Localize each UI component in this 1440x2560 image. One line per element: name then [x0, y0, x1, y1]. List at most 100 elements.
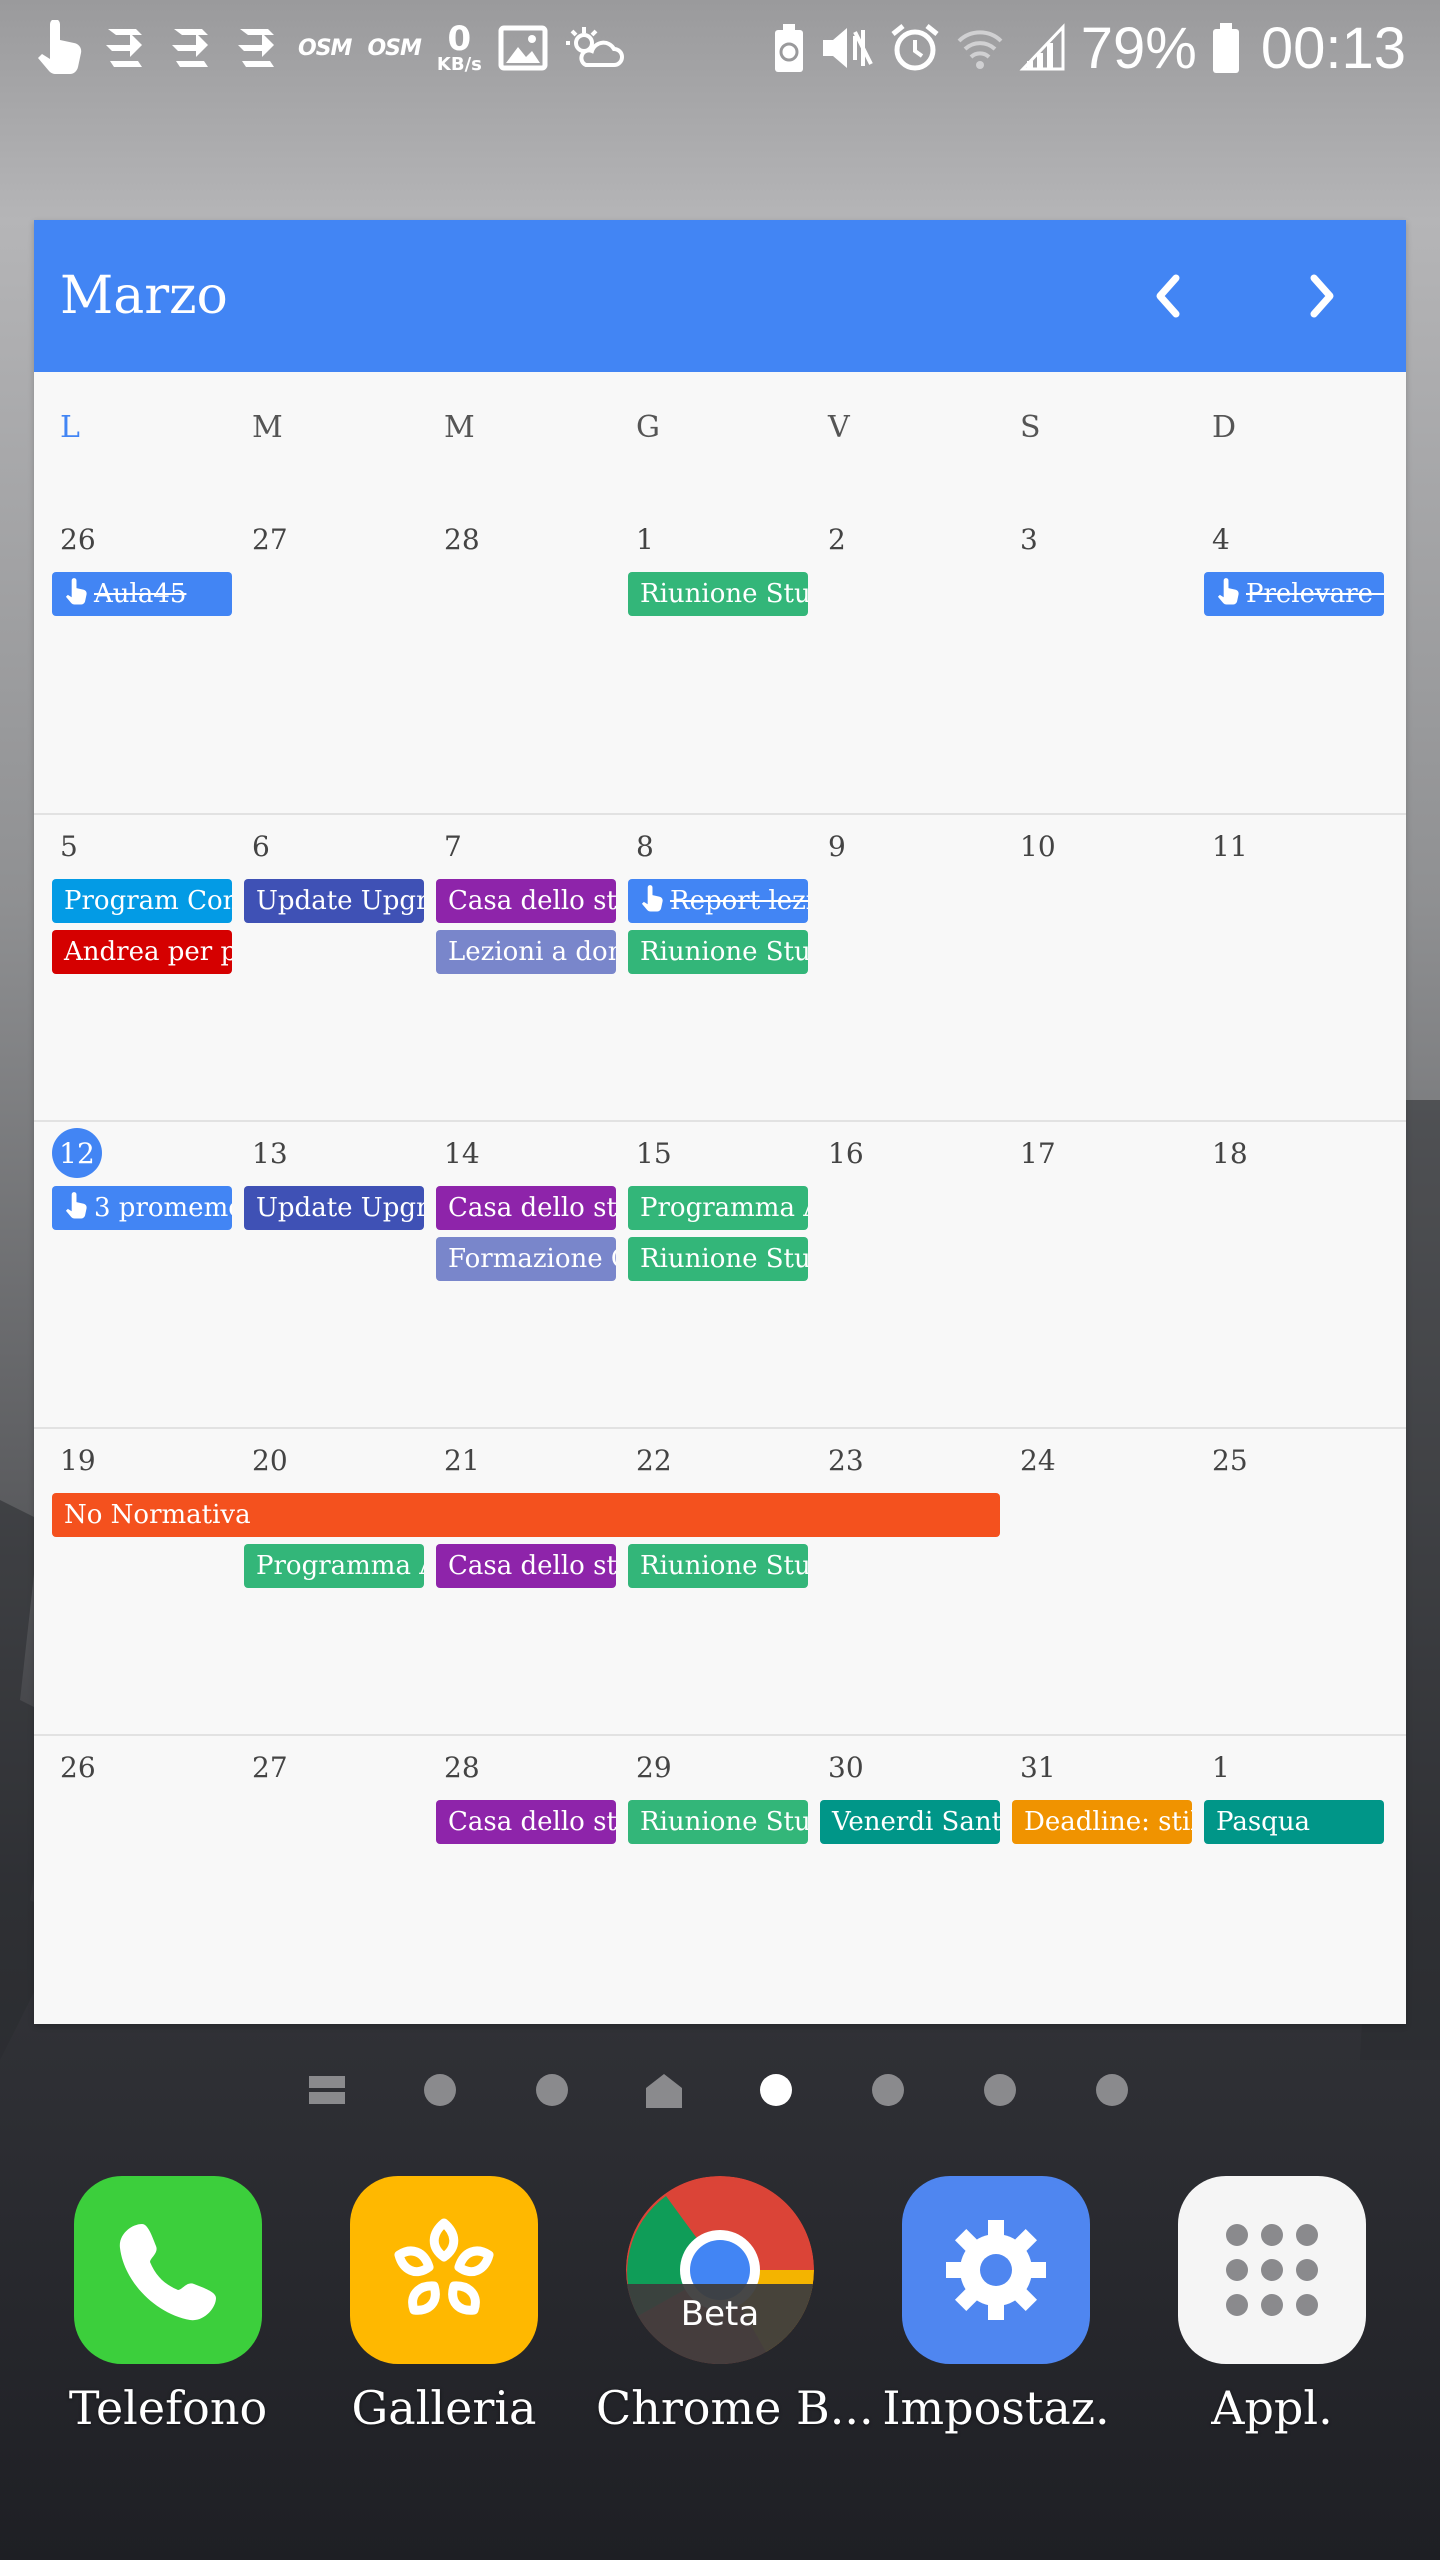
- today-date[interactable]: 12: [52, 1128, 102, 1178]
- page-dot[interactable]: [984, 2074, 1016, 2106]
- day-number[interactable]: 2: [828, 520, 846, 560]
- event-chip[interactable]: Riunione Stud: [628, 572, 808, 616]
- battery-saver-icon: [773, 22, 805, 74]
- week-divider: [34, 813, 1406, 815]
- reminder-icon: [1216, 576, 1240, 616]
- event-chip[interactable]: Riunione Stud: [628, 1800, 808, 1844]
- gear-icon[interactable]: [902, 2176, 1090, 2364]
- day-number[interactable]: 21: [444, 1441, 480, 1481]
- event-chip[interactable]: Prelevare 15: [1204, 572, 1384, 616]
- day-number[interactable]: 31: [1020, 1748, 1056, 1788]
- day-number[interactable]: 1: [636, 520, 654, 560]
- previous-month-button[interactable]: [1128, 256, 1208, 336]
- day-number[interactable]: 28: [444, 1748, 480, 1788]
- event-chip[interactable]: Deadline: stila: [1012, 1800, 1192, 1844]
- day-number[interactable]: 11: [1212, 827, 1248, 867]
- event-title: Venerdi Santo: [832, 1807, 1000, 1837]
- event-chip[interactable]: Lezioni a dom: [436, 930, 616, 974]
- phone-icon[interactable]: [74, 2176, 262, 2364]
- day-number[interactable]: 13: [252, 1134, 288, 1174]
- page-dot[interactable]: [760, 2074, 792, 2106]
- day-number[interactable]: 9: [828, 827, 846, 867]
- osm-icon: OSM: [367, 35, 421, 61]
- home-page-icon[interactable]: [646, 2072, 682, 2112]
- day-number[interactable]: 26: [60, 520, 96, 560]
- dock-app-galleria[interactable]: Galleria: [320, 2176, 560, 2476]
- event-chip[interactable]: Program Com: [52, 879, 232, 923]
- page-dot[interactable]: [424, 2074, 456, 2106]
- dock-app-appl[interactable]: Appl.: [1148, 2176, 1388, 2476]
- event-chip[interactable]: Riunione Stud: [628, 1544, 808, 1588]
- day-number[interactable]: 3: [1020, 520, 1038, 560]
- page-dot[interactable]: [1096, 2074, 1128, 2106]
- day-number[interactable]: 25: [1212, 1441, 1248, 1481]
- event-chip[interactable]: 3 promemo: [52, 1186, 232, 1230]
- day-number[interactable]: 8: [636, 827, 654, 867]
- event-chip[interactable]: Aula45: [52, 572, 232, 616]
- event-title: Casa dello stu: [448, 1551, 616, 1581]
- day-number[interactable]: 16: [828, 1134, 864, 1174]
- day-number[interactable]: 15: [636, 1134, 672, 1174]
- event-chip[interactable]: Andrea per pr: [52, 930, 232, 974]
- event-chip[interactable]: Casa dello stu: [436, 879, 616, 923]
- event-chip[interactable]: Casa dello stu: [436, 1800, 616, 1844]
- event-title: Update Upgra: [256, 1193, 424, 1223]
- page-dot[interactable]: [872, 2074, 904, 2106]
- weekday-label: M: [252, 410, 283, 445]
- app-grid-icon[interactable]: [1178, 2176, 1366, 2364]
- month-title[interactable]: Marzo: [60, 264, 228, 328]
- calendar-widget[interactable]: Marzo LMMGVSD 26 27 28 1 2 3 4 Aula45 Riunione S…: [34, 220, 1406, 2024]
- event-chip[interactable]: Update Upgra: [244, 879, 424, 923]
- event-chip[interactable]: Programma A: [244, 1544, 424, 1588]
- day-number[interactable]: 30: [828, 1748, 864, 1788]
- day-number[interactable]: 24: [1020, 1441, 1056, 1481]
- event-chip[interactable]: Venerdi Santo: [820, 1800, 1000, 1844]
- list-pages-icon[interactable]: [309, 2072, 345, 2112]
- day-number[interactable]: 27: [252, 520, 288, 560]
- event-chip[interactable]: Formazione C: [436, 1237, 616, 1281]
- event-chip[interactable]: Update Upgra: [244, 1186, 424, 1230]
- event-chip[interactable]: Programma A: [628, 1186, 808, 1230]
- reminder-icon: [640, 883, 664, 923]
- event-chip[interactable]: Pasqua: [1204, 1800, 1384, 1844]
- day-number[interactable]: 27: [252, 1748, 288, 1788]
- day-number[interactable]: 4: [1212, 520, 1230, 560]
- event-title: Riunione Stud: [640, 1244, 808, 1274]
- event-chip[interactable]: No Normativa: [52, 1493, 1000, 1537]
- day-number[interactable]: 6: [252, 827, 270, 867]
- day-number[interactable]: 20: [252, 1441, 288, 1481]
- day-number[interactable]: 28: [444, 520, 480, 560]
- event-title: 3 promemo: [94, 1193, 232, 1223]
- event-chip[interactable]: Casa dello stu: [436, 1544, 616, 1588]
- day-number[interactable]: 7: [444, 827, 462, 867]
- dock-app-chrome-b[interactable]: Beta Chrome B...: [596, 2176, 874, 2476]
- chrome-beta-icon[interactable]: Beta: [626, 2176, 814, 2364]
- event-title: Riunione Stud: [640, 1551, 808, 1581]
- page-dot[interactable]: [536, 2074, 568, 2106]
- weekday-label: M: [444, 410, 475, 445]
- day-number[interactable]: 23: [828, 1441, 864, 1481]
- event-chip[interactable]: Casa dello stu: [436, 1186, 616, 1230]
- day-number[interactable]: 26: [60, 1748, 96, 1788]
- day-number[interactable]: 5: [60, 827, 78, 867]
- dock-app-impostaz[interactable]: Impostaz.: [872, 2176, 1112, 2476]
- day-number[interactable]: 19: [60, 1441, 96, 1481]
- event-chip[interactable]: Riunione Stud: [628, 930, 808, 974]
- next-month-button[interactable]: [1282, 256, 1362, 336]
- day-number[interactable]: 17: [1020, 1134, 1056, 1174]
- clock: 00:13: [1260, 15, 1406, 81]
- event-chip[interactable]: Report lezio: [628, 879, 808, 923]
- day-number[interactable]: 10: [1020, 827, 1056, 867]
- dock-app-telefono[interactable]: Telefono: [44, 2176, 284, 2476]
- day-number[interactable]: 1: [1212, 1748, 1230, 1788]
- event-chip[interactable]: Riunione Stud: [628, 1237, 808, 1281]
- flower-icon[interactable]: [350, 2176, 538, 2364]
- day-number[interactable]: 22: [636, 1441, 672, 1481]
- event-title: Pasqua: [1216, 1807, 1311, 1837]
- event-title: Report lezio: [670, 886, 808, 916]
- day-number[interactable]: 29: [636, 1748, 672, 1788]
- page-indicator[interactable]: [0, 2060, 1440, 2120]
- weekday-label: D: [1212, 410, 1237, 445]
- day-number[interactable]: 14: [444, 1134, 480, 1174]
- day-number[interactable]: 18: [1212, 1134, 1248, 1174]
